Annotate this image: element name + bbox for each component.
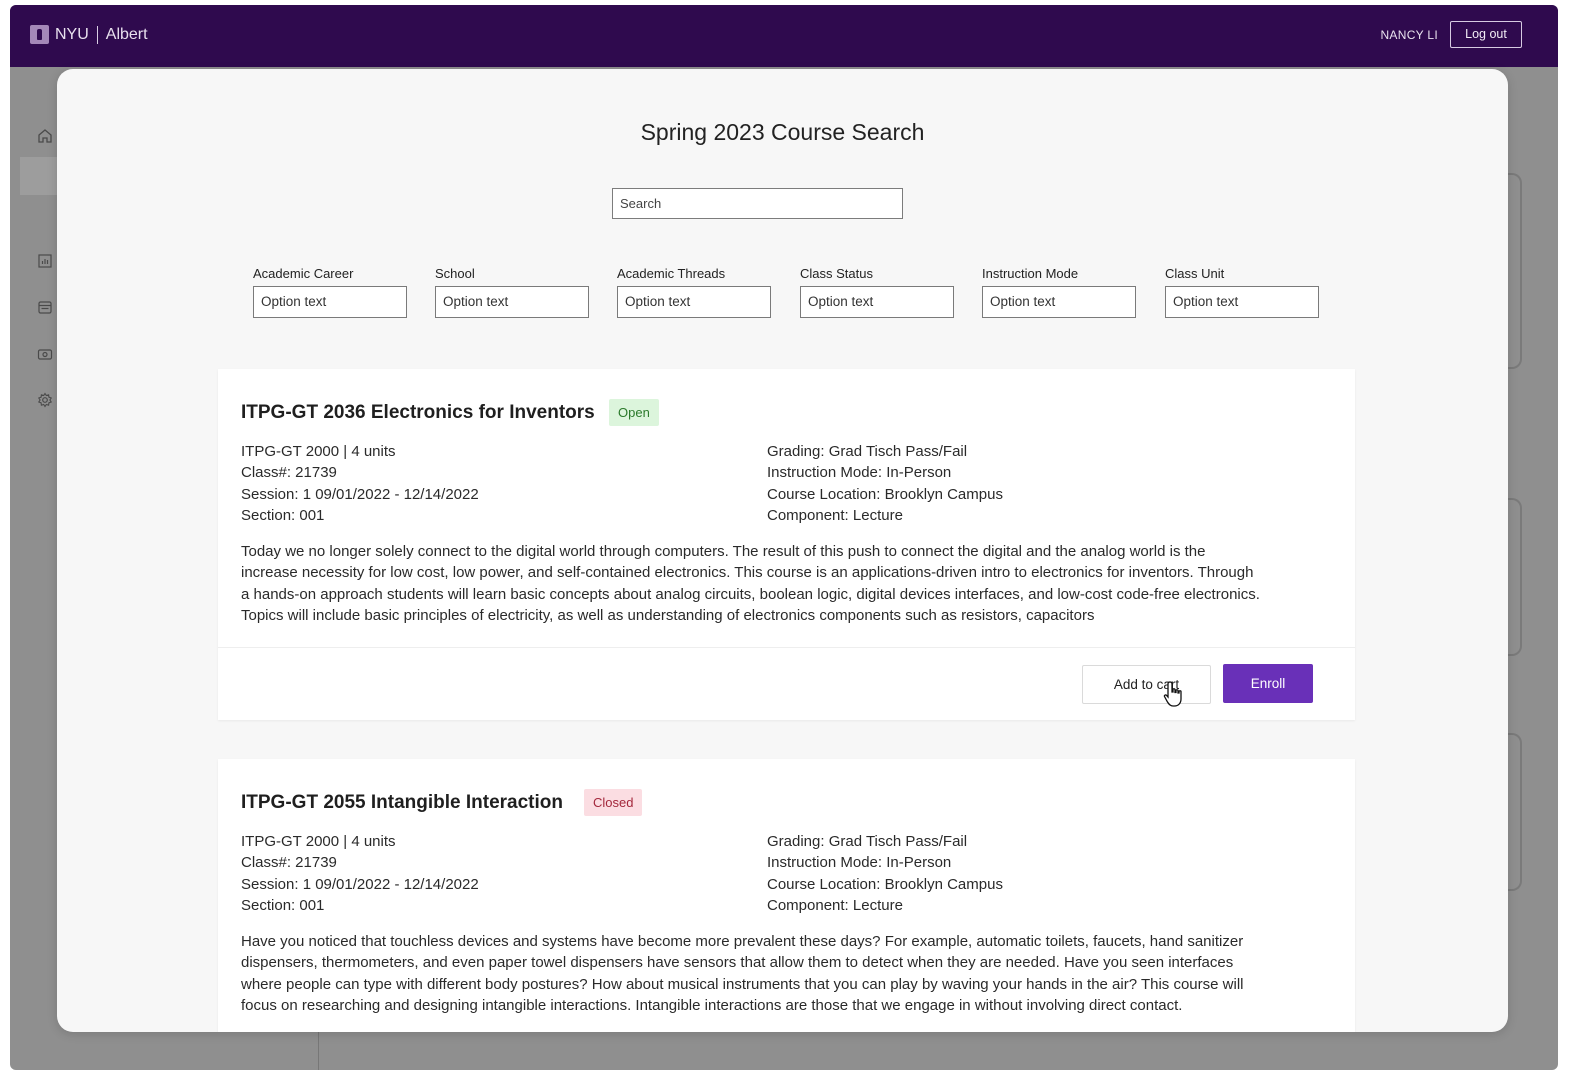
money-icon[interactable] [36,345,54,363]
search-input[interactable]: Search [612,188,903,219]
course-location: Course Location: Brooklyn Campus [767,485,1003,503]
session-dates: Session: 1 09/01/2022 - 12/14/2022 [241,485,479,503]
filter-label: Academic Career [253,266,354,281]
calendar-icon[interactable] [36,298,54,316]
course-description: Today we no longer solely connect to the… [241,543,1260,624]
course-title[interactable]: ITPG-GT 2055 Intangible Interaction [241,792,563,814]
course-search-modal: Spring 2023 Course Search Search Academi… [57,69,1508,1032]
status-badge: Open [609,399,659,426]
home-icon[interactable] [36,127,54,145]
class-number: Class#: 21739 [241,854,337,872]
course-details-left: ITPG-GT 2000 | 4 units Class#: 21739 Ses… [241,441,479,526]
course-details-left: ITPG-GT 2000 | 4 units Class#: 21739 Ses… [241,831,479,916]
filter-select[interactable]: Option text [982,286,1136,318]
instruction-mode: Instruction Mode: In-Person [767,854,952,872]
filter-select[interactable]: Option text [435,286,589,318]
page-title: Spring 2023 Course Search [640,119,925,145]
course-title[interactable]: ITPG-GT 2036 Electronics for Inventors [241,402,595,424]
filter-label: Class Unit [1165,266,1225,281]
course-units: ITPG-GT 2000 | 4 units [241,443,396,460]
filter-select[interactable]: Option text [800,286,954,318]
course-details-right: Grading: Grad Tisch Pass/Fail Instructio… [767,831,1003,916]
filter-academic-career: Academic Career Option text [253,265,407,318]
filter-academic-threads: Academic Threads Option text [617,265,771,318]
app-window: NYU Albert NANCY LI Log out Spring 2023 … [10,5,1558,1070]
section-number: Section: 001 [241,506,325,524]
user-name: NANCY LI [1380,28,1438,42]
grading: Grading: Grad Tisch Pass/Fail [767,443,968,460]
filter-label: School [435,266,475,281]
filter-label: Class Status [800,266,873,281]
top-navigation-bar: NYU Albert NANCY LI Log out [10,5,1558,67]
nyu-albert-logo[interactable]: NYU Albert [30,25,148,44]
nyu-torch-icon [30,25,49,44]
filter-select[interactable]: Option text [617,286,771,318]
class-number: Class#: 21739 [241,464,337,482]
enroll-button[interactable]: Enroll [1223,664,1313,703]
gear-icon[interactable] [36,391,54,409]
component: Component: Lecture [767,896,903,914]
add-to-cart-button[interactable]: Add to cart [1082,665,1211,704]
filter-label: Instruction Mode [982,266,1079,281]
brand-nyu: NYU [55,25,89,43]
grading: Grading: Grad Tisch Pass/Fail [767,833,968,850]
filter-select[interactable]: Option text [1165,286,1319,318]
course-card: ITPG-GT 2055 Intangible Interaction Clos… [218,759,1355,1032]
status-badge: Closed [584,789,643,816]
filter-select[interactable]: Option text [253,286,407,318]
filter-row: Academic Career Option text School Optio… [253,265,1323,325]
filter-class-unit: Class Unit Option text [1165,265,1319,318]
instruction-mode: Instruction Mode: In-Person [767,464,952,482]
chart-icon[interactable] [36,252,54,270]
course-description: Have you noticed that touchless devices … [241,933,1244,1014]
section-number: Section: 001 [241,896,325,914]
filter-class-status: Class Status Option text [800,265,954,318]
filter-instruction-mode: Instruction Mode Option text [982,265,1136,318]
session-dates: Session: 1 09/01/2022 - 12/14/2022 [241,875,479,893]
filter-school: School Option text [435,265,589,318]
hand-cursor-icon [1163,681,1182,707]
course-location: Course Location: Brooklyn Campus [767,875,1003,893]
course-card: ITPG-GT 2036 Electronics for Inventors O… [218,369,1355,720]
brand-albert: Albert [105,25,148,43]
filter-label: Academic Threads [617,266,726,281]
logout-button[interactable]: Log out [1450,21,1522,48]
brand-divider [96,25,98,44]
course-units: ITPG-GT 2000 | 4 units [241,833,396,850]
component: Component: Lecture [767,506,903,524]
course-details-right: Grading: Grad Tisch Pass/Fail Instructio… [767,441,1003,526]
